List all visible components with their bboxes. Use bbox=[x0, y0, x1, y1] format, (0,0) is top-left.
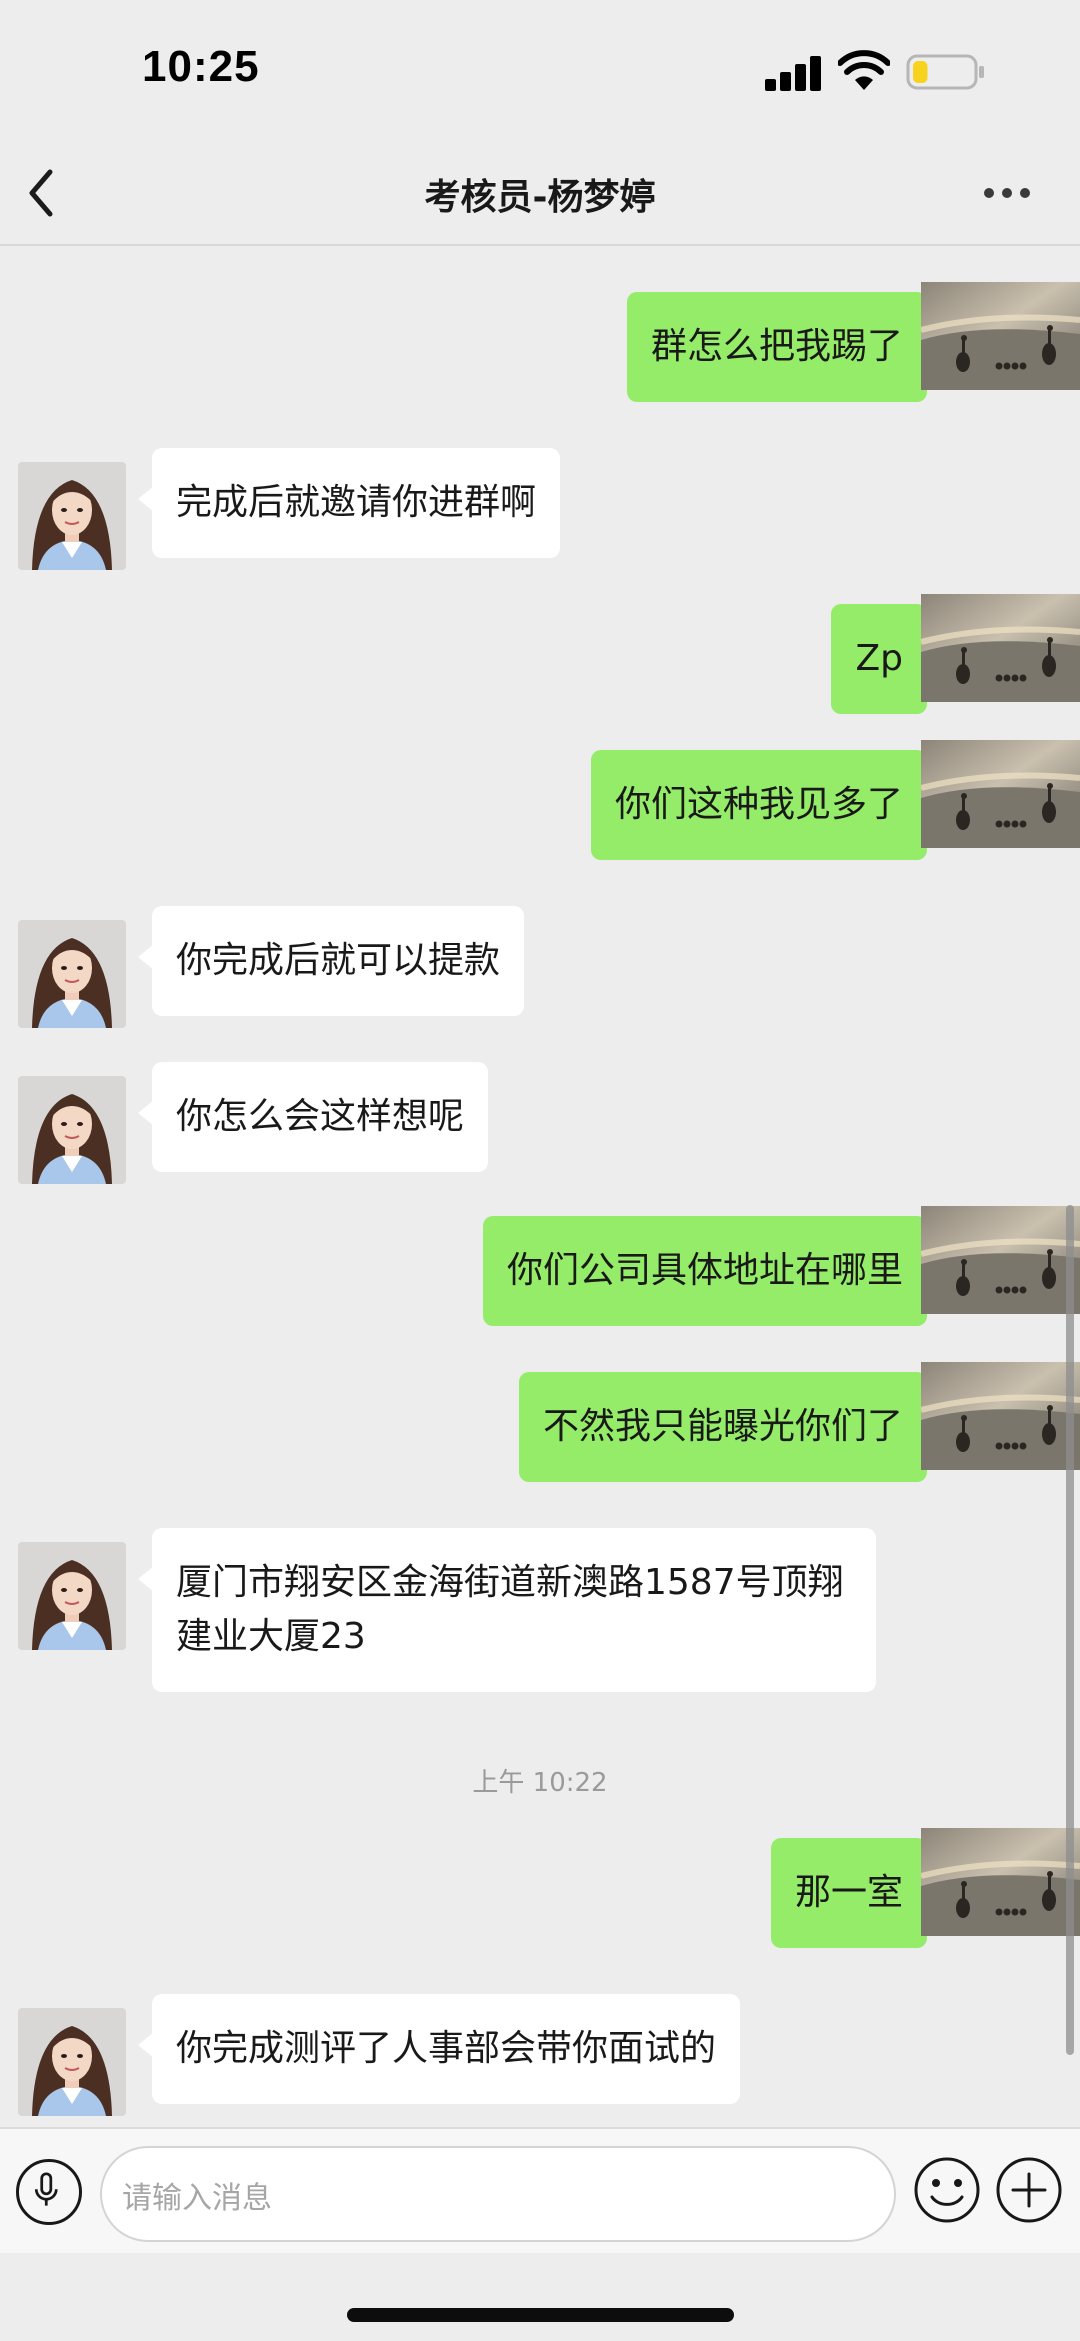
self-avatar[interactable] bbox=[921, 1828, 1080, 1936]
self-avatar[interactable] bbox=[921, 1362, 1080, 1470]
contact-avatar[interactable] bbox=[18, 462, 126, 570]
chat-screen: 10:25 考核员-杨梦婷 群怎么把我踢了 完成后就邀请你进群啊 Zp 你们这种… bbox=[0, 0, 1080, 2341]
self-avatar[interactable] bbox=[921, 282, 1080, 390]
status-time: 10:25 bbox=[142, 42, 260, 91]
self-avatar[interactable] bbox=[921, 740, 1080, 848]
contact-avatar[interactable] bbox=[18, 1542, 126, 1650]
plus-icon[interactable] bbox=[994, 2155, 1064, 2225]
smiley-icon[interactable] bbox=[912, 2155, 982, 2225]
self-avatar[interactable] bbox=[921, 1206, 1080, 1314]
contact-avatar[interactable] bbox=[18, 1076, 126, 1184]
input-bar: 请输入消息 bbox=[0, 2127, 1080, 2253]
incoming-bubble[interactable]: 你完成测评了人事部会带你面试的 bbox=[137, 1994, 741, 2104]
chat-title: 考核员-杨梦婷 bbox=[424, 177, 656, 218]
battery-icon bbox=[906, 54, 984, 90]
self-avatar[interactable] bbox=[921, 594, 1080, 702]
incoming-bubble[interactable]: 完成后就邀请你进群啊 bbox=[137, 448, 561, 558]
input-placeholder: 请输入消息 bbox=[122, 2181, 272, 2216]
microphone-icon[interactable] bbox=[16, 2159, 82, 2225]
outgoing-bubble[interactable]: 你们公司具体地址在哪里 bbox=[482, 1216, 942, 1326]
home-indicator[interactable] bbox=[347, 2308, 734, 2322]
outgoing-bubble[interactable]: 那一室 bbox=[770, 1838, 942, 1948]
outgoing-bubble[interactable]: 不然我只能曝光你们了 bbox=[518, 1372, 942, 1482]
contact-avatar[interactable] bbox=[18, 920, 126, 1028]
outgoing-bubble[interactable]: Zp bbox=[831, 604, 941, 714]
outgoing-bubble[interactable]: 群怎么把我踢了 bbox=[626, 292, 942, 402]
incoming-bubble[interactable]: 你怎么会这样想呢 bbox=[137, 1062, 489, 1172]
wifi-icon bbox=[838, 50, 890, 90]
message-input[interactable]: 请输入消息 bbox=[100, 2146, 896, 2242]
outgoing-bubble[interactable]: 你们这种我见多了 bbox=[590, 750, 942, 860]
contact-avatar[interactable] bbox=[18, 2008, 126, 2116]
chat-header: 考核员-杨梦婷 bbox=[0, 140, 1080, 246]
incoming-bubble[interactable]: 厦门市翔安区金海街道新澳路1587号顶翔 建业大厦23 bbox=[138, 1528, 876, 1692]
signal-icon bbox=[765, 55, 823, 91]
scrollbar[interactable] bbox=[1066, 1205, 1074, 2055]
incoming-bubble[interactable]: 你完成后就可以提款 bbox=[137, 906, 525, 1016]
status-bar: 10:25 bbox=[0, 0, 1080, 140]
more-dots-icon[interactable] bbox=[982, 186, 1032, 202]
time-divider: 上午 10:22 bbox=[472, 1768, 608, 1798]
